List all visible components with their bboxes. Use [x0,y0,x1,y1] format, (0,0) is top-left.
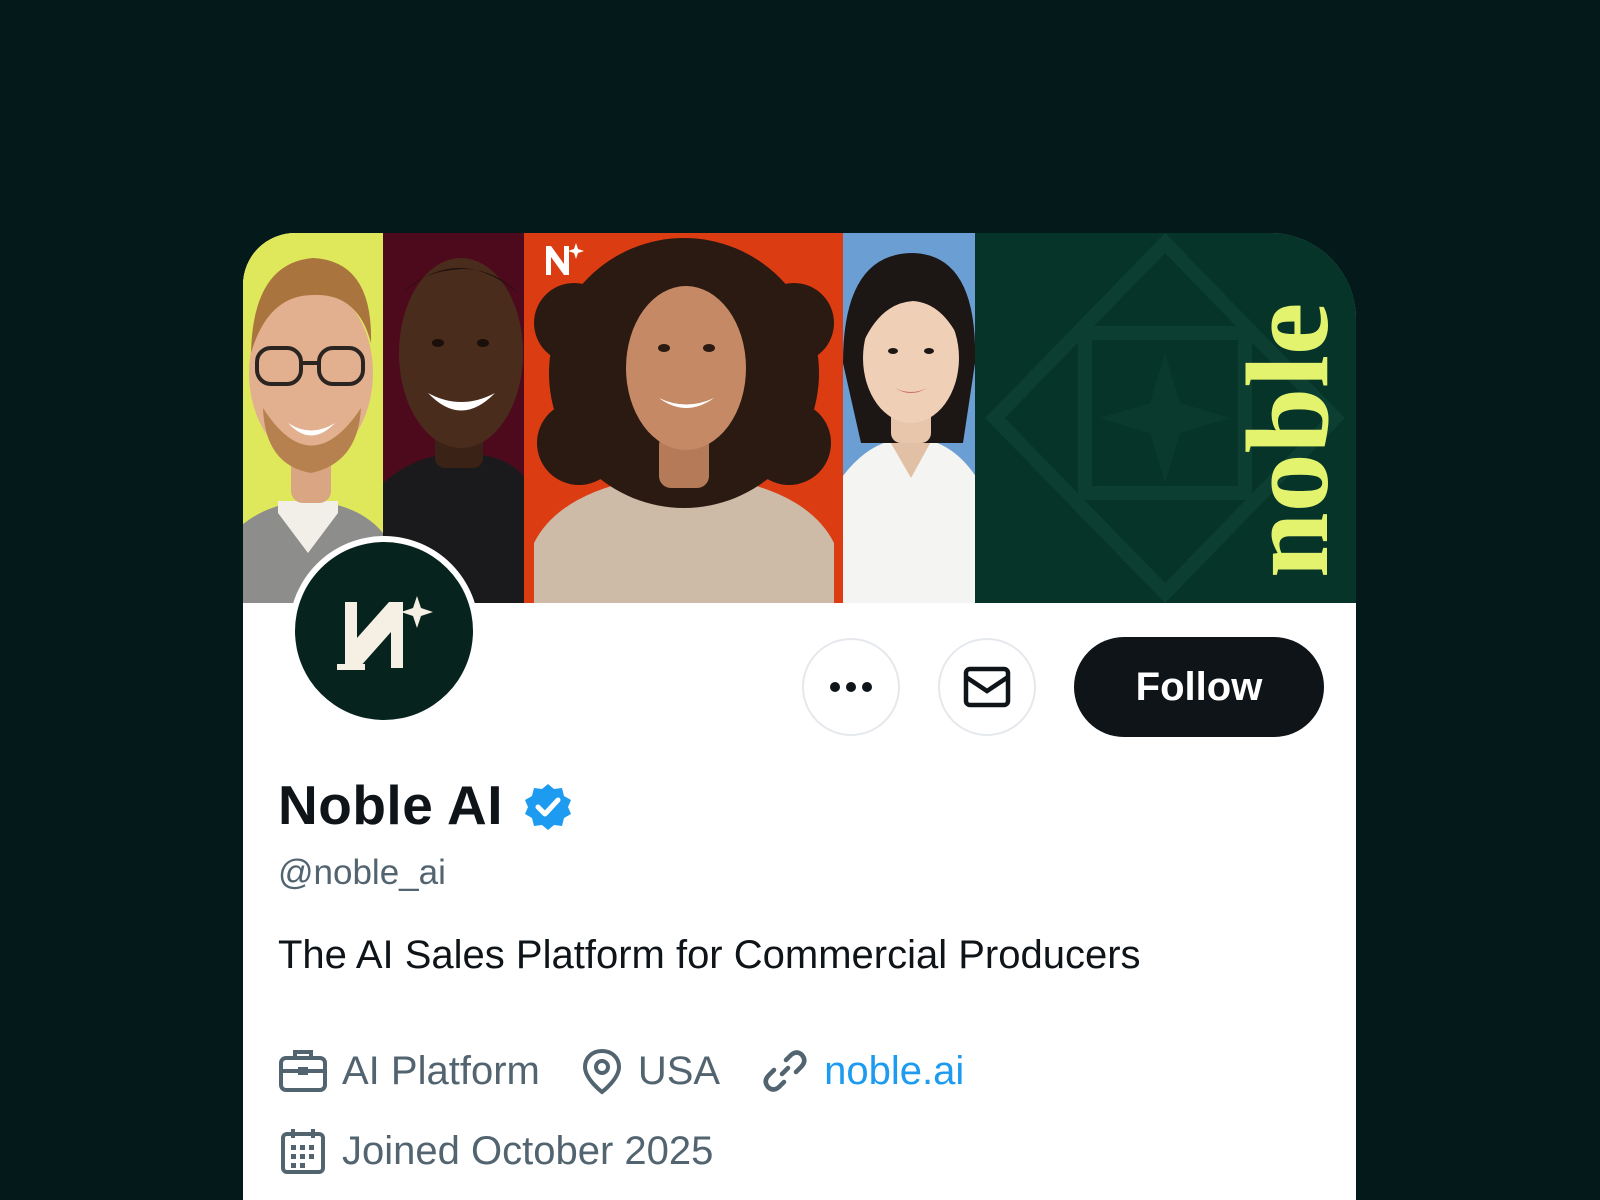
link-icon [763,1050,807,1092]
profile-meta-row: AI Platform USA noble.ai [278,1041,1004,1101]
noble-logo-icon [337,596,433,670]
briefcase-icon [279,1050,327,1092]
calendar-icon [281,1129,325,1174]
message-button[interactable] [938,638,1036,736]
website-item[interactable]: noble.ai [760,1046,964,1096]
verified-badge-icon[interactable] [523,782,573,832]
location-item: USA [580,1047,720,1095]
profile-joined-row: Joined October 2025 [278,1121,753,1181]
joined-item: Joined October 2025 [278,1127,713,1175]
website-link[interactable]: noble.ai [824,1049,964,1094]
envelope-icon [963,666,1011,708]
username-handle: @noble_ai [278,853,446,892]
avatar-logo [295,542,473,720]
more-options-button[interactable] [802,638,900,736]
display-name: Noble AI [278,774,504,836]
location-text: USA [637,1048,721,1093]
portrait-woman-short-hair [843,233,975,603]
profile-bio: The AI Sales Platform for Commercial Pro… [278,933,1141,977]
follow-button[interactable]: Follow [1074,637,1324,737]
more-horizontal-icon [830,682,872,692]
joined-date: Joined October 2025 [342,1128,714,1173]
brand-wordmark-panel: noble [975,233,1356,603]
avatar[interactable] [289,536,479,726]
banner-wordmark-text: noble [1222,303,1353,578]
profile-card: noble Follow Noble AI @noble_ai The AI S… [243,233,1356,1200]
portrait-woman-curly-hair [524,233,843,603]
location-pin-icon [582,1048,621,1095]
display-name-row: Noble AI [278,769,573,841]
category-text: AI Platform [342,1048,540,1093]
category-item: AI Platform [278,1048,540,1094]
